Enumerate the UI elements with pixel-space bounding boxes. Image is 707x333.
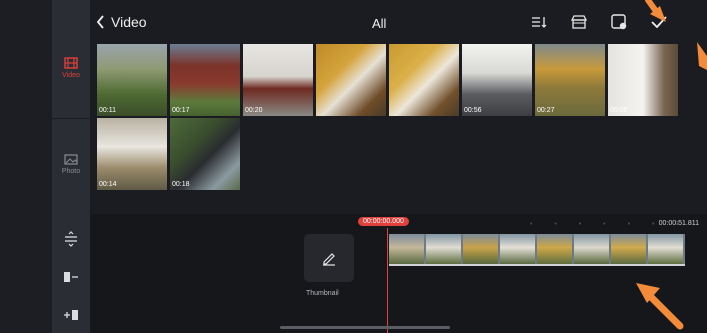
media-thumbnail[interactable]: 00:17 bbox=[170, 44, 240, 116]
video-editor-screen: Video Photo Video All 00:11 00:17 00:20 … bbox=[0, 0, 707, 333]
media-thumbnail[interactable] bbox=[316, 44, 386, 116]
media-thumbnail[interactable] bbox=[389, 44, 459, 116]
checkmark-icon bbox=[651, 16, 667, 28]
media-thumbnail[interactable]: 00:20 bbox=[243, 44, 313, 116]
back-button[interactable]: Video bbox=[96, 14, 147, 30]
clip-duration: 00:18 bbox=[172, 181, 190, 188]
media-thumbnail[interactable]: 00:00 bbox=[608, 44, 678, 116]
thumbnail-label: Thumbnail bbox=[306, 290, 339, 297]
clip-strip-track bbox=[389, 264, 685, 266]
home-indicator bbox=[280, 326, 450, 329]
strip-frame bbox=[463, 234, 498, 264]
media-thumbnail[interactable]: 00:56 bbox=[462, 44, 532, 116]
clip-duration: 00:14 bbox=[99, 181, 117, 188]
media-filter[interactable]: All bbox=[372, 16, 386, 31]
playhead[interactable] bbox=[387, 228, 388, 333]
image-icon bbox=[64, 153, 78, 165]
clip-duration: 00:17 bbox=[172, 107, 190, 114]
sort-icon bbox=[532, 17, 547, 28]
add-clip-button[interactable] bbox=[52, 296, 90, 333]
strip-frame bbox=[648, 234, 683, 264]
store-icon bbox=[570, 15, 588, 29]
sidebar-item-label: Photo bbox=[61, 167, 81, 175]
strip-frame bbox=[574, 234, 609, 264]
edit-thumbnail-button[interactable] bbox=[304, 234, 354, 282]
add-clip-icon bbox=[64, 309, 78, 320]
timeline-tools bbox=[52, 216, 90, 333]
back-label: Video bbox=[111, 14, 147, 30]
move-left-icon bbox=[64, 271, 78, 282]
arrow-icon bbox=[697, 42, 707, 70]
split-icon bbox=[65, 230, 77, 247]
strip-frame bbox=[537, 234, 572, 264]
playhead-time: 00:00:00.000 bbox=[358, 217, 409, 226]
store-button[interactable] bbox=[568, 12, 590, 32]
clip-duration: 00:27 bbox=[537, 107, 555, 114]
strip-frame bbox=[389, 234, 424, 264]
timeline-panel: • • • • • • • 00:00:00.000 00:00:51.811 … bbox=[90, 214, 707, 333]
strip-frame bbox=[500, 234, 535, 264]
sidebar-item-video[interactable]: Video bbox=[52, 38, 90, 98]
clip-duration: 00:56 bbox=[464, 107, 482, 114]
move-left-button[interactable] bbox=[52, 258, 90, 295]
total-duration: 00:00:51.811 bbox=[658, 220, 699, 227]
multi-select-button[interactable] bbox=[608, 12, 630, 32]
divider bbox=[52, 118, 90, 119]
clip-duration: 00:11 bbox=[99, 107, 116, 114]
chevron-left-icon bbox=[96, 15, 104, 29]
film-icon bbox=[64, 57, 78, 69]
sort-button[interactable] bbox=[528, 12, 550, 32]
media-thumbnail[interactable]: 00:27 bbox=[535, 44, 605, 116]
multi-select-icon bbox=[611, 14, 627, 30]
split-button[interactable] bbox=[52, 220, 90, 257]
strip-frame bbox=[426, 234, 461, 264]
clip-duration: 00:00 bbox=[610, 107, 628, 114]
top-bar: Video All bbox=[90, 0, 707, 42]
sidebar-item-label: Video bbox=[62, 72, 80, 79]
sidebar-item-photo[interactable]: Photo bbox=[52, 134, 90, 194]
left-edge-panel bbox=[0, 0, 52, 333]
clip-duration: 00:20 bbox=[245, 107, 263, 114]
media-thumbnail[interactable]: 00:14 bbox=[97, 118, 167, 190]
media-thumbnail[interactable]: 00:18 bbox=[170, 118, 240, 190]
media-thumbnail[interactable]: 00:11 bbox=[97, 44, 167, 116]
pencil-icon bbox=[323, 253, 335, 266]
clip-strip[interactable] bbox=[389, 234, 685, 264]
confirm-button[interactable] bbox=[648, 12, 670, 32]
media-grid: 00:11 00:17 00:20 00:56 00:27 00:00 00:1… bbox=[97, 44, 678, 190]
strip-frame bbox=[611, 234, 646, 264]
